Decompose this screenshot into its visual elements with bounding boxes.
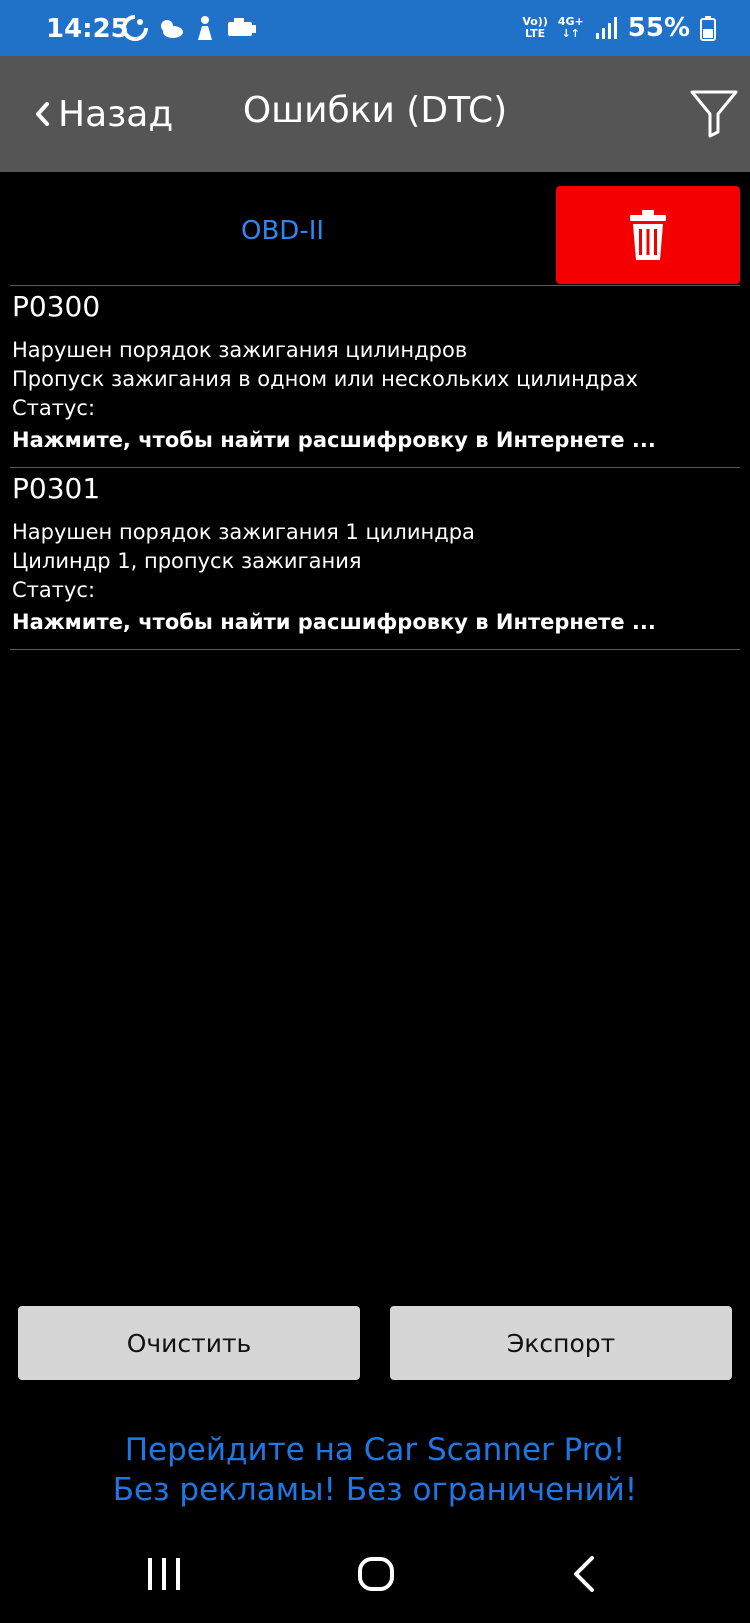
notification-icons [120, 12, 258, 44]
search-online-link[interactable]: Нажмите, чтобы найти расшифровку в Интер… [12, 425, 740, 456]
export-button[interactable]: Экспорт [390, 1306, 732, 1380]
network-indicator: 4G+ ↓↑ [557, 15, 584, 40]
page-title: Ошибки (DTC) [242, 90, 508, 131]
dtc-code: P0300 [12, 290, 101, 323]
volte-indicator: Vo)) LTE [522, 15, 548, 40]
search-online-link[interactable]: Нажмите, чтобы найти расшифровку в Интер… [12, 607, 740, 638]
dtc-description-detail: Цилиндр 1, пропуск зажигания [12, 549, 362, 573]
list-item[interactable]: P0301 Нарушен порядок зажигания 1 цилинд… [12, 472, 740, 638]
filter-icon[interactable] [688, 86, 740, 140]
promo-line-1[interactable]: Перейдите на Car Scanner Pro! [0, 1432, 750, 1468]
back-nav-icon[interactable] [566, 1550, 602, 1598]
dtc-description-detail: Пропуск зажигания в одном или нескольких… [12, 367, 638, 391]
sync-icon [122, 15, 148, 41]
divider [10, 467, 740, 468]
signal-icon [595, 17, 617, 39]
home-icon[interactable] [352, 1550, 400, 1598]
status-bar: 14:25 Vo)) LTE 4G+ ↓↑ 55% [0, 0, 750, 56]
battery-icon [700, 16, 716, 41]
delete-button[interactable] [556, 186, 740, 284]
trash-icon [630, 210, 666, 260]
list-item[interactable]: P0300 Нарушен порядок зажигания цилиндро… [12, 290, 740, 456]
person-icon [198, 16, 212, 40]
battery-percent: 55% [627, 13, 690, 43]
clear-button[interactable]: Очистить [18, 1306, 360, 1380]
dtc-description: Нарушен порядок зажигания 1 цилиндра [12, 520, 475, 544]
dtc-description: Нарушен порядок зажигания цилиндров [12, 338, 468, 362]
car-engine-icon [228, 18, 256, 36]
promo-line-2[interactable]: Без рекламы! Без ограничений! [0, 1472, 750, 1508]
system-status: Vo)) LTE 4G+ ↓↑ 55% [522, 12, 716, 44]
app-header: Назад Ошибки (DTC) [0, 56, 750, 172]
dtc-code: P0301 [12, 472, 101, 505]
divider [10, 649, 740, 650]
clock: 14:25 [46, 14, 129, 44]
recent-apps-icon[interactable] [142, 1550, 186, 1598]
divider [10, 285, 740, 286]
weather-icon [161, 20, 183, 38]
dtc-status: Статус: [12, 396, 96, 420]
dtc-status: Статус: [12, 578, 96, 602]
section-label: OBD-II [241, 216, 325, 246]
